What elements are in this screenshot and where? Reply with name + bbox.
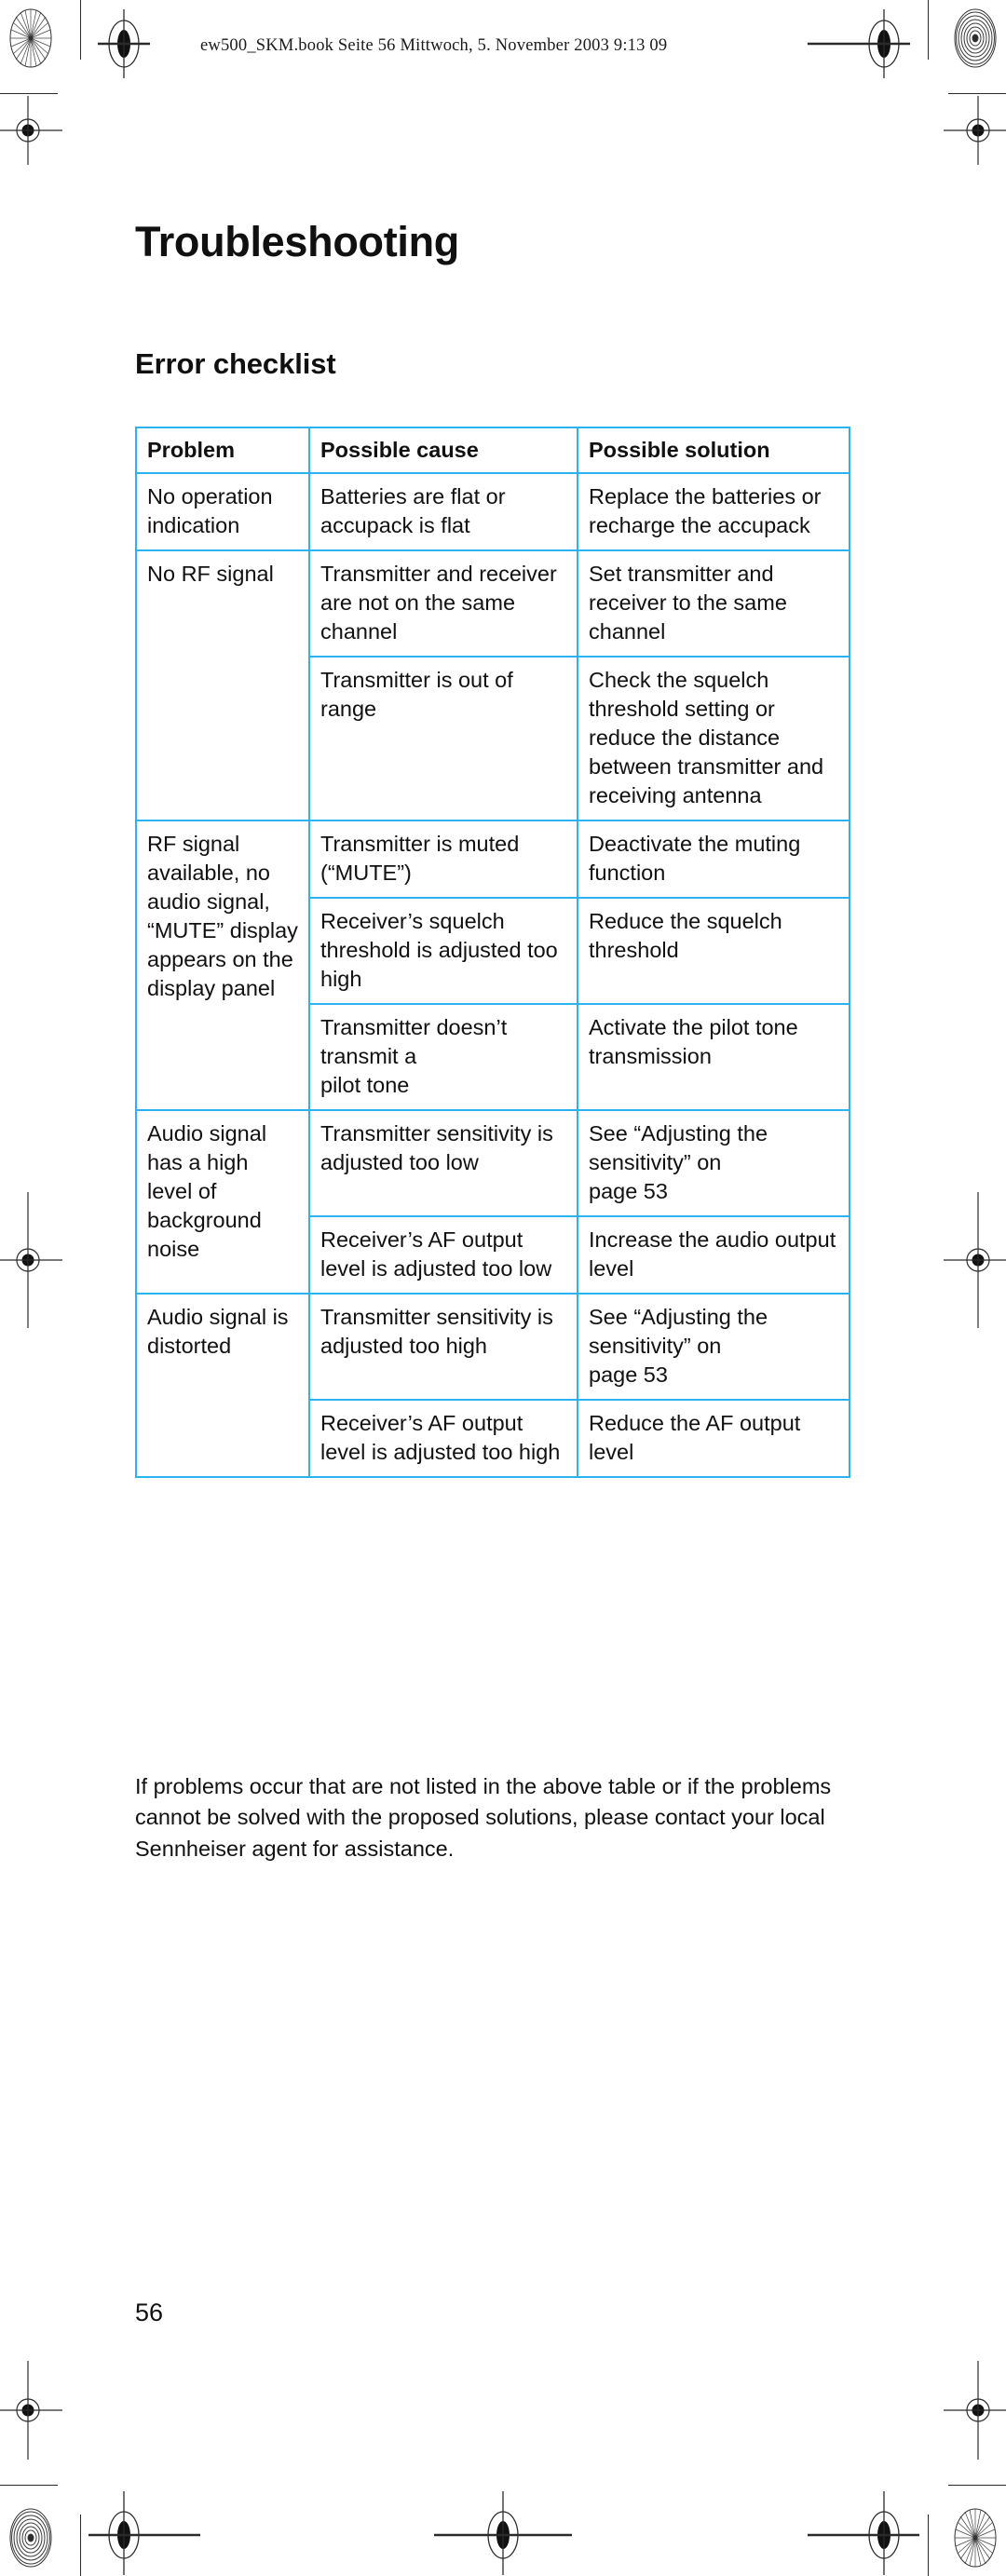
cell-problem: No RF signal <box>135 549 310 822</box>
cell-possible-cause: Transmitter doesn’t transmit a pilot ton… <box>308 1003 578 1112</box>
closing-paragraph: If problems occur that are not listed in… <box>135 1774 832 1861</box>
cell-possible-solution: Reduce the squelch threshold <box>577 897 850 1006</box>
cell-possible-solution: Check the squelch threshold setting or r… <box>577 656 850 822</box>
cell-possible-cause: Receiver’s squelch threshold is adjusted… <box>308 897 578 1006</box>
cell-problem: No operation indication <box>135 472 310 552</box>
cell-possible-solution: Reduce the AF output level <box>577 1399 850 1479</box>
cell-possible-solution: Set transmitter and receiver to the same… <box>577 549 850 658</box>
cell-possible-cause: Batteries are flat or accupack is flat <box>308 472 578 552</box>
cell-possible-solution: Deactivate the muting function <box>577 820 850 900</box>
table-header-row: Problem Possible cause Possible solution <box>135 426 850 475</box>
cell-problem: Audio signal has a high level of backgro… <box>135 1109 310 1295</box>
cell-possible-cause: Transmitter is muted (“MUTE”) <box>308 820 578 900</box>
table-row: RF signal available, no audio signal, “M… <box>135 820 850 1112</box>
table-row: No operation indication Batteries are fla… <box>135 472 850 552</box>
cell-possible-cause: Transmitter and receiver are not on the … <box>308 549 578 658</box>
cell-possible-cause: Transmitter sensitivity is adjusted too … <box>308 1293 578 1402</box>
cell-possible-cause: Receiver’s AF output level is adjusted t… <box>308 1215 578 1295</box>
document-page: ew500_SKM.book Seite 56 Mittwoch, 5. Nov… <box>0 0 1006 2576</box>
table-head: Problem Possible cause Possible solution <box>135 426 850 475</box>
cell-problem: Audio signal is distorted <box>135 1293 310 1479</box>
cell-possible-cause: Receiver’s AF output level is adjusted t… <box>308 1399 578 1479</box>
cell-possible-cause: Transmitter is out of range <box>308 656 578 822</box>
error-checklist-table: Problem Possible cause Possible solution… <box>135 426 850 1479</box>
table-row: Audio signal is distorted Transmitter sen… <box>135 1293 850 1479</box>
column-header-solution: Possible solution <box>577 426 850 475</box>
running-head: ew500_SKM.book Seite 56 Mittwoch, 5. Nov… <box>200 36 668 55</box>
page-title: Troubleshooting <box>135 218 459 265</box>
cell-possible-solution: Increase the audio output level <box>577 1215 850 1295</box>
page-number: 56 <box>135 2298 164 2326</box>
table-row: No RF signal Transmitter and receiver are… <box>135 549 850 822</box>
table-body: No operation indication Batteries are fla… <box>135 472 850 1479</box>
column-header-problem: Problem <box>135 426 310 475</box>
cell-possible-solution: Activate the pilot tone transmission <box>577 1003 850 1112</box>
cell-possible-solution: Replace the batteries or recharge the ac… <box>577 472 850 552</box>
cell-possible-cause: Transmitter sensitivity is adjusted too … <box>308 1109 578 1218</box>
cell-possible-solution: See “Adjusting the sensitivity” on page … <box>577 1109 850 1218</box>
closing-note: If problems occur that are not listed in… <box>135 1771 871 1864</box>
column-header-cause: Possible cause <box>308 426 578 475</box>
cell-possible-solution: See “Adjusting the sensitivity” on page … <box>577 1293 850 1402</box>
table-row: Audio signal has a high level of backgro… <box>135 1109 850 1295</box>
cell-problem: RF signal available, no audio signal, “M… <box>135 820 310 1112</box>
section-heading-error-checklist: Error checklist <box>135 347 336 380</box>
